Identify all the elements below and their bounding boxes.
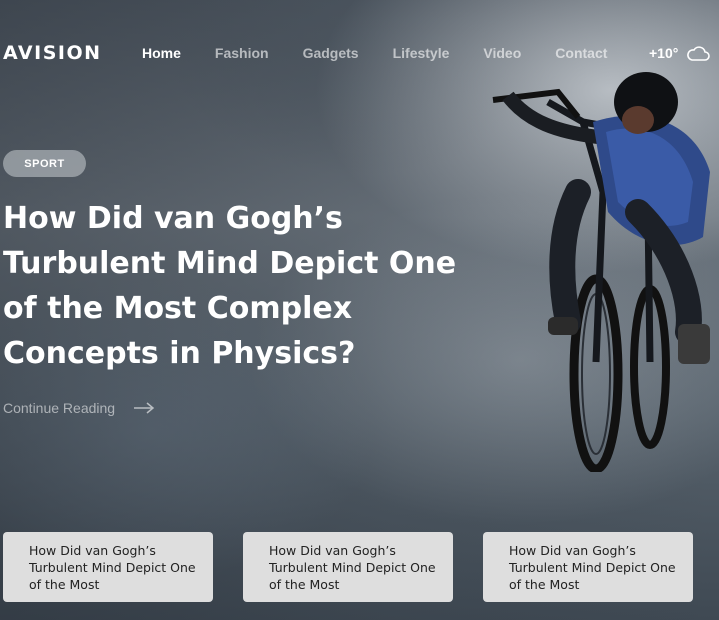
- site-logo[interactable]: AVISION: [3, 42, 102, 64]
- top-nav: AVISION Home Fashion Gadgets Lifestyle V…: [0, 0, 719, 106]
- nav-item-home[interactable]: Home: [142, 45, 181, 61]
- cloud-icon: [687, 46, 711, 61]
- category-badge[interactable]: SPORT: [3, 150, 86, 177]
- nav-item-gadgets[interactable]: Gadgets: [303, 45, 359, 61]
- nav-item-fashion[interactable]: Fashion: [215, 45, 269, 61]
- article-card-title: How Did van Gogh’s Turbulent Mind Depict…: [509, 543, 676, 592]
- nav-item-lifestyle[interactable]: Lifestyle: [393, 45, 450, 61]
- arrow-right-icon: [134, 402, 155, 414]
- temperature-label: +10°: [649, 45, 679, 61]
- continue-reading-label: Continue Reading: [3, 400, 116, 416]
- nav-item-video[interactable]: Video: [483, 45, 521, 61]
- continue-reading-link[interactable]: Continue Reading: [3, 400, 155, 416]
- nav-item-contact[interactable]: Contact: [555, 45, 607, 61]
- article-card[interactable]: How Did van Gogh’s Turbulent Mind Depict…: [3, 532, 213, 602]
- bmx-rider-image: [492, 72, 710, 472]
- article-card-title: How Did van Gogh’s Turbulent Mind Depict…: [269, 543, 436, 592]
- article-card[interactable]: How Did van Gogh’s Turbulent Mind Depict…: [483, 532, 693, 602]
- hero-headline[interactable]: How Did van Gogh’s Turbulent Mind Depict…: [3, 196, 473, 376]
- article-card-title: How Did van Gogh’s Turbulent Mind Depict…: [29, 543, 196, 592]
- weather-widget: +10°: [649, 45, 711, 61]
- article-card[interactable]: How Did van Gogh’s Turbulent Mind Depict…: [243, 532, 453, 602]
- main-menu: Home Fashion Gadgets Lifestyle Video Con…: [142, 45, 641, 61]
